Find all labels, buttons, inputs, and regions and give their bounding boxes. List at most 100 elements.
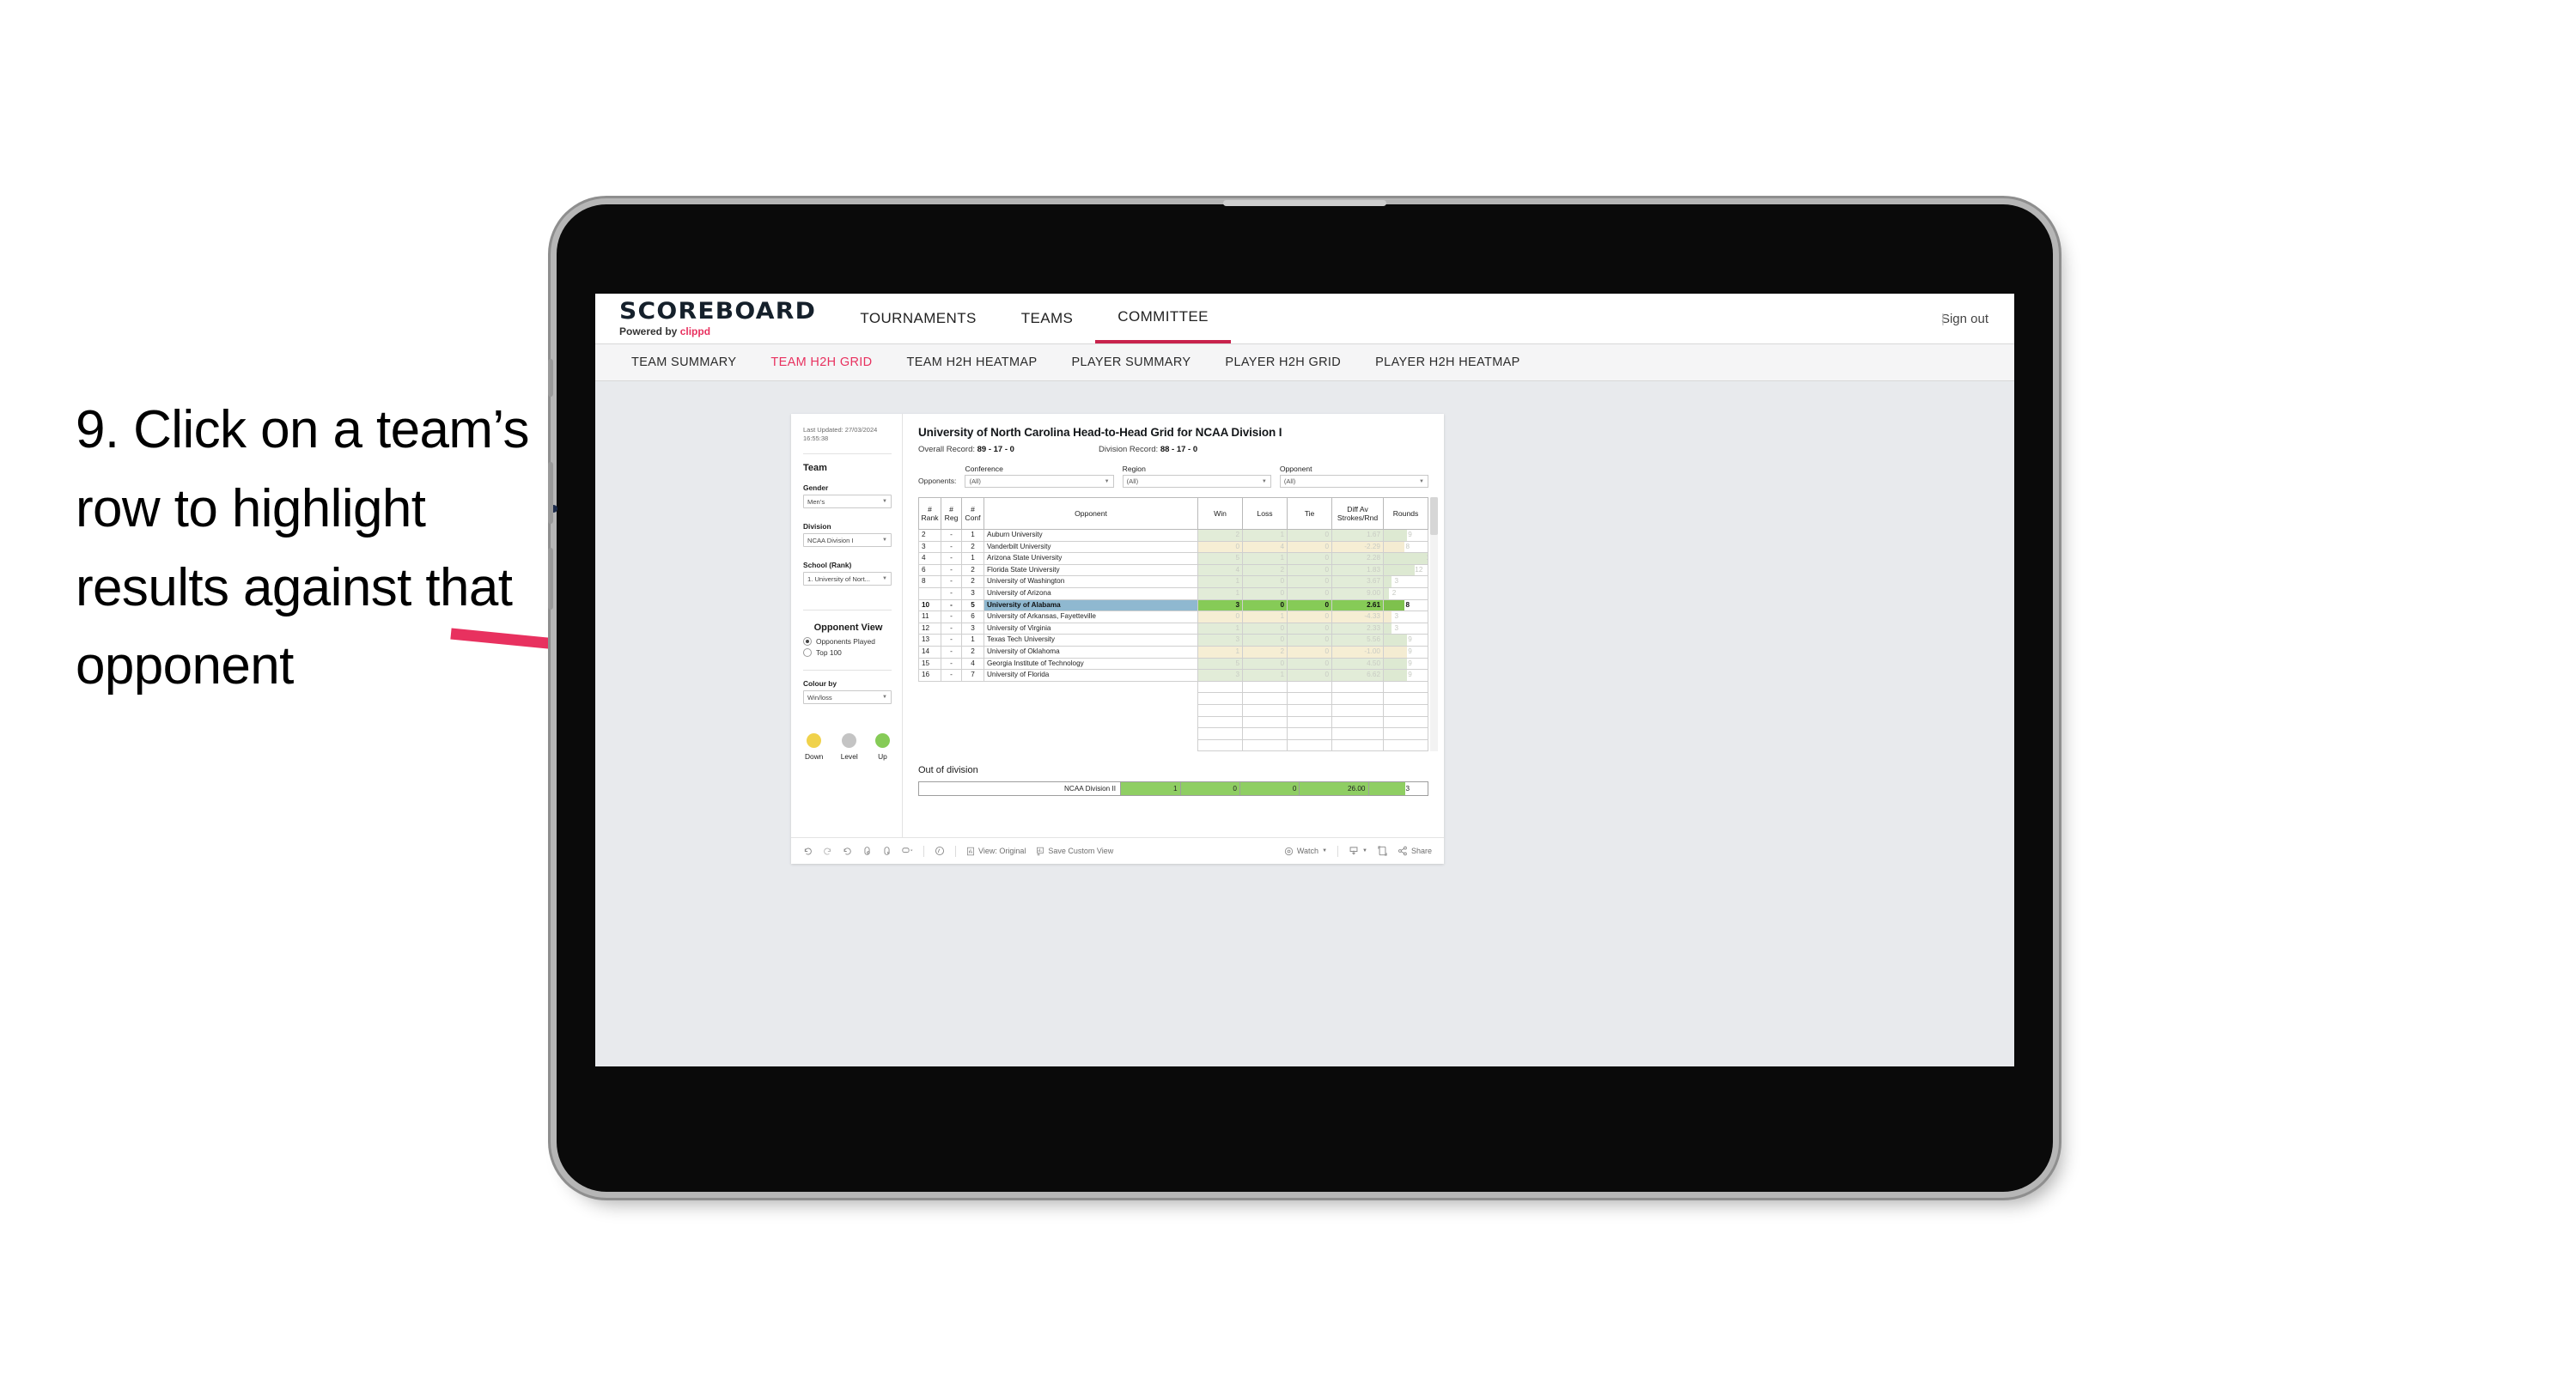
table-row[interactable]: 8-2 University of Washington 1 0 0 3.67 3 bbox=[918, 575, 1428, 588]
cell-empty bbox=[941, 681, 962, 693]
cell-win: 1 bbox=[1197, 586, 1243, 600]
chevron-down-icon: ▼ bbox=[1362, 848, 1367, 853]
cell-empty bbox=[1197, 680, 1243, 694]
alerts-icon[interactable] bbox=[935, 846, 945, 856]
rounds-value: 9 bbox=[1408, 659, 1412, 667]
refresh-icon[interactable] bbox=[862, 846, 872, 856]
table-row[interactable]: 12-3 University of Virginia 1 0 0 2.33 3 bbox=[918, 622, 1428, 635]
cell-rank: 16 bbox=[918, 669, 941, 682]
school-rank-filter-select[interactable]: 1. University of Nort... ▼ bbox=[803, 572, 892, 586]
region-filter: Region (All) ▼ bbox=[1122, 465, 1271, 488]
col-conf[interactable]: # Conf bbox=[961, 497, 984, 530]
radio-opponents-played[interactable]: Opponents Played bbox=[803, 637, 892, 647]
download-icon[interactable]: ▼ bbox=[1349, 846, 1367, 856]
opponent-filter-select[interactable]: (All) ▼ bbox=[1279, 475, 1428, 488]
out-of-division-row[interactable]: NCAA Division II 1 0 0 26.00 3 bbox=[917, 781, 1428, 797]
cell-diff: 6.62 bbox=[1331, 669, 1384, 682]
cell-empty bbox=[918, 704, 941, 716]
sidebar-divider-1 bbox=[803, 453, 892, 455]
undo-icon[interactable] bbox=[803, 847, 813, 856]
table-scrollbar-track[interactable] bbox=[1430, 497, 1438, 752]
table-row-empty bbox=[918, 727, 1428, 740]
table-row[interactable]: 11-6 University of Arkansas, Fayetteville… bbox=[918, 610, 1428, 623]
table-row[interactable]: 13-1 Texas Tech University 3 0 0 5.56 9 bbox=[918, 634, 1428, 647]
nav-committee[interactable]: COMMITTEE bbox=[1095, 294, 1231, 343]
col-reg[interactable]: # Reg bbox=[941, 497, 962, 530]
rounds-value: 12 bbox=[1415, 565, 1423, 574]
cell-empty bbox=[1331, 727, 1384, 740]
legend-level-label: Level bbox=[840, 752, 858, 762]
colour-by-value: Win/loss bbox=[807, 693, 832, 702]
col-diff[interactable]: Diff Av Strokes/Rnd bbox=[1331, 497, 1384, 530]
gender-filter-select[interactable]: Men’s ▼ bbox=[803, 495, 892, 509]
table-row[interactable]: 6-2 Florida State University 4 2 0 1.83 12 bbox=[918, 563, 1428, 577]
col-win[interactable]: Win bbox=[1197, 497, 1243, 530]
opponent-filter: Opponent (All) ▼ bbox=[1279, 465, 1428, 488]
cell-loss: 1 bbox=[1242, 529, 1288, 542]
gender-filter-label: Gender bbox=[803, 483, 829, 493]
cell-win: 2 bbox=[1197, 529, 1243, 542]
col-tie[interactable]: Tie bbox=[1287, 497, 1332, 530]
radio-selected-icon bbox=[803, 637, 812, 647]
rounds-value: 9 bbox=[1408, 647, 1412, 655]
cell-empty bbox=[961, 704, 984, 716]
radio-top-100[interactable]: Top 100 bbox=[803, 648, 892, 658]
chevron-down-icon: ▼ bbox=[1419, 478, 1424, 484]
conference-filter-select[interactable]: (All) ▼ bbox=[965, 475, 1114, 488]
school-rank-filter-value: 1. University of Nort... bbox=[807, 574, 871, 583]
table-row[interactable]: 14-2 University of Oklahoma 1 2 0 -1.00 9 bbox=[918, 645, 1428, 659]
cell-diff: 1.83 bbox=[1331, 563, 1384, 577]
redo-icon[interactable] bbox=[823, 847, 832, 856]
division-record-label: Division Record: bbox=[1099, 445, 1159, 454]
pause-auto-update-icon[interactable] bbox=[902, 847, 913, 855]
table-scrollbar-thumb[interactable] bbox=[1430, 497, 1438, 535]
tab-team-h2h-heatmap[interactable]: TEAM H2H HEATMAP bbox=[890, 355, 1055, 369]
device-layout-icon[interactable] bbox=[1378, 846, 1387, 856]
watch-button[interactable]: Watch ▼ bbox=[1284, 847, 1327, 856]
sign-out-link[interactable]: Sign out bbox=[1941, 312, 1988, 326]
table-row[interactable]: 3-2 Vanderbilt University 0 4 0 -2.29 8 bbox=[918, 540, 1428, 554]
col-rank[interactable]: # Rank bbox=[918, 497, 941, 530]
col-opponent[interactable]: Opponent bbox=[984, 497, 1198, 530]
tab-player-summary[interactable]: PLAYER SUMMARY bbox=[1054, 355, 1208, 369]
cell-empty bbox=[1287, 715, 1332, 729]
table-row[interactable]: 15-4 Georgia Institute of Technology 5 0 0 4.… bbox=[918, 657, 1428, 671]
cell-conf: 2 bbox=[961, 645, 984, 659]
nav-tournaments[interactable]: TOURNAMENTS bbox=[837, 294, 998, 343]
table-row[interactable]: 10-5 University of Alabama 3 0 0 2.61 8 bbox=[918, 598, 1428, 612]
table-row[interactable]: -3 University of Arizona 1 0 0 9.00 2 bbox=[918, 586, 1428, 600]
revert-icon[interactable] bbox=[843, 847, 852, 856]
cell-win: 0 bbox=[1197, 610, 1243, 623]
table-row[interactable]: 4-1Arizona State University5102.2817 bbox=[918, 552, 1428, 565]
nav-teams[interactable]: TEAMS bbox=[999, 294, 1096, 343]
region-filter-select[interactable]: (All) ▼ bbox=[1122, 475, 1271, 488]
cell-conf: 2 bbox=[961, 563, 984, 577]
cell-opponent: Georgia Institute of Technology bbox=[984, 657, 1198, 671]
cell-empty bbox=[984, 716, 1198, 728]
view-original-label: View: Original bbox=[978, 847, 1026, 855]
cell-loss: 1 bbox=[1242, 669, 1288, 682]
brand-logo[interactable]: SCOREBOARD Powered by clippd bbox=[595, 300, 837, 337]
col-loss[interactable]: Loss bbox=[1242, 497, 1288, 530]
cell-opponent: University of Arkansas, Fayetteville bbox=[984, 610, 1198, 623]
share-button[interactable]: Share bbox=[1398, 846, 1432, 856]
tab-player-h2h-grid[interactable]: PLAYER H2H GRID bbox=[1208, 355, 1358, 369]
col-rounds[interactable]: Rounds bbox=[1383, 497, 1428, 530]
view-original-button[interactable]: View: Original bbox=[966, 847, 1026, 856]
pause-icon[interactable] bbox=[882, 846, 892, 856]
division-filter-select[interactable]: NCAA Division I ▼ bbox=[803, 533, 892, 548]
table-row[interactable]: 2-1 Auburn University 2 1 0 1.67 9 bbox=[918, 529, 1428, 542]
colour-by-select[interactable]: Win/loss ▼ bbox=[803, 690, 892, 705]
table-row[interactable]: 16-7 University of Florida 3 1 0 6.62 9 bbox=[918, 669, 1428, 682]
sidebar-divider-3 bbox=[803, 670, 892, 671]
tab-team-summary[interactable]: TEAM SUMMARY bbox=[614, 355, 753, 369]
cell-empty bbox=[1331, 703, 1384, 717]
cell-conf: 3 bbox=[961, 586, 984, 600]
cell-opponent: University of Alabama bbox=[984, 598, 1198, 612]
cell-empty bbox=[941, 727, 962, 740]
tab-team-h2h-grid[interactable]: TEAM H2H GRID bbox=[753, 355, 889, 369]
cell-win: 1 bbox=[1197, 622, 1243, 635]
tab-player-h2h-heatmap[interactable]: PLAYER H2H HEATMAP bbox=[1358, 355, 1538, 369]
cell-rounds: 3 bbox=[1383, 575, 1428, 588]
save-custom-view-button[interactable]: Save Custom View bbox=[1036, 847, 1113, 856]
